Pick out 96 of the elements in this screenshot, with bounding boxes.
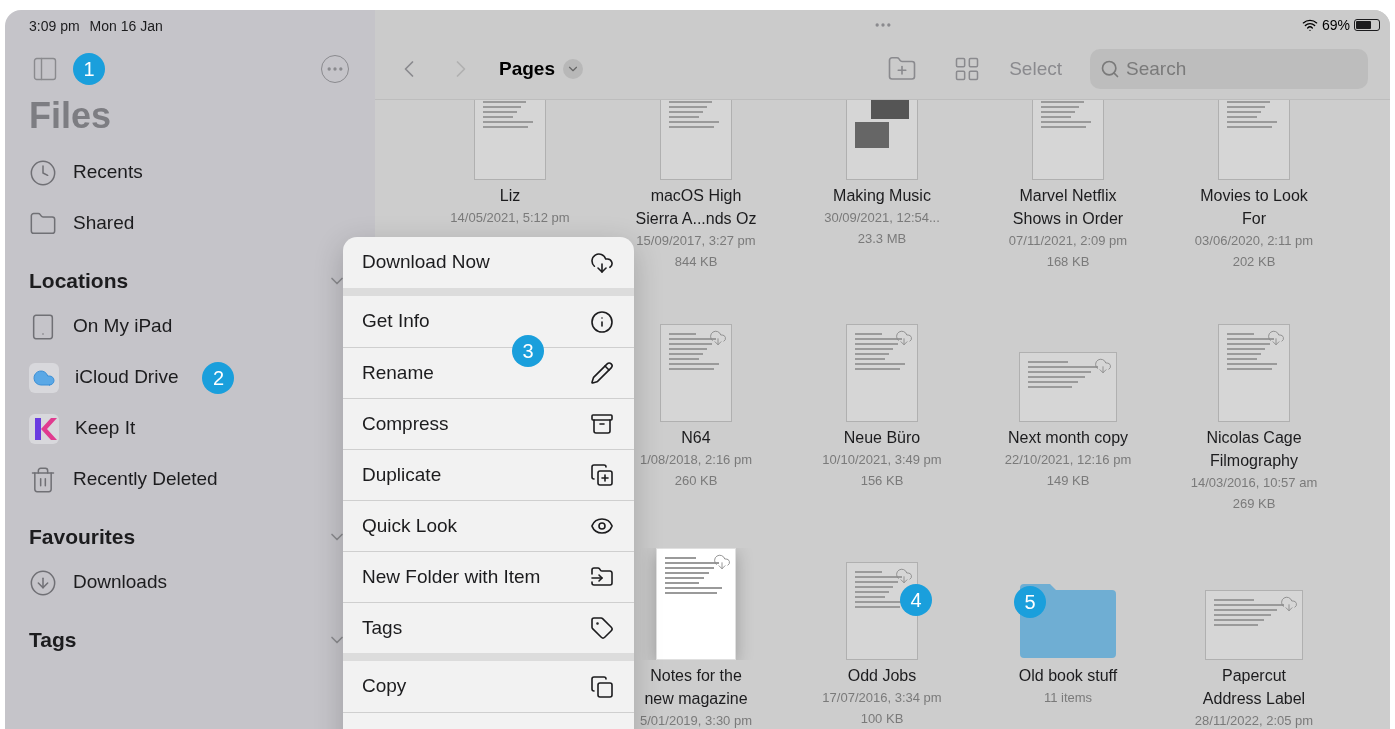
file-meta: 149 KB [1046, 472, 1090, 490]
file-name: macOS High [650, 186, 742, 206]
file-meta: 22/10/2021, 12:16 pm [1004, 451, 1132, 469]
info-icon [590, 309, 614, 334]
numbered-callout: 1 [73, 53, 105, 85]
document-thumbnail[interactable] [846, 324, 918, 422]
search-field[interactable]: Search [1090, 49, 1368, 89]
file-name: Next month copy [1007, 428, 1129, 448]
document-thumbnail[interactable] [1032, 100, 1104, 180]
section-header: Tags [29, 627, 77, 654]
section-header: Locations [29, 268, 129, 295]
section-header: Favourites [29, 524, 136, 551]
sidebar-title: Files [29, 94, 113, 138]
copy-icon [590, 674, 614, 699]
status-time: 3:09 pm [29, 17, 80, 36]
folder-title: Pages [499, 56, 555, 81]
sidebar-item[interactable]: Recents [29, 147, 351, 198]
file-name: Filmography [1210, 451, 1298, 471]
pencil-icon [590, 361, 614, 385]
document-thumbnail[interactable] [1218, 100, 1290, 180]
file-meta: 28/11/2022, 2:05 pm [1194, 712, 1314, 729]
file-name: Address Label [1202, 689, 1306, 709]
folder-icon [590, 565, 614, 589]
duplicate-icon [590, 463, 614, 487]
cloud-download-icon [1267, 329, 1285, 347]
file-meta: 11 items [1043, 689, 1093, 707]
file-name: Sierra A...nds Oz [635, 209, 757, 229]
battery-percentage: 69% [1321, 15, 1350, 35]
status-date: Mon 16 Jan [89, 17, 163, 36]
file-meta: 30/09/2021, 12:54... [824, 209, 940, 227]
menu-item[interactable]: Quick Look [343, 500, 634, 551]
file-name: Notes for the [650, 666, 742, 686]
file-meta: 14/03/2016, 10:57 am [1190, 474, 1318, 492]
file-meta: 100 KB [860, 710, 904, 728]
menu-item[interactable]: Tags [343, 602, 634, 653]
cloud-icon [29, 362, 59, 393]
cloud-download-icon [1094, 357, 1112, 375]
file-name: N64 [681, 428, 711, 448]
file-meta: 23.3 MB [857, 230, 907, 248]
wifi-icon [1301, 17, 1318, 33]
cloud-download-icon [895, 567, 913, 585]
file-meta: 156 KB [860, 472, 904, 490]
cloud-download-icon [709, 329, 727, 347]
cloud-download-icon [713, 553, 731, 571]
file-name: For [1242, 209, 1266, 229]
file-meta: 202 KB [1232, 253, 1276, 271]
file-name: Movies to Look [1200, 186, 1308, 206]
file-meta: 269 KB [1232, 495, 1276, 513]
k-logo-icon [29, 413, 59, 444]
search-icon [1100, 59, 1120, 79]
file-meta: 5/01/2019, 3:30 pm [640, 712, 752, 729]
file-name: Shows in Order [1012, 209, 1124, 229]
download-icon [29, 568, 57, 597]
document-thumbnail[interactable] [1019, 352, 1117, 422]
document-thumbnail[interactable] [474, 100, 546, 180]
file-name: new magazine [644, 689, 748, 709]
file-name: Papercut [1221, 666, 1286, 686]
file-name: Nicolas Cage [1206, 428, 1302, 448]
numbered-callout: 4 [900, 584, 932, 616]
photo-collage-thumbnail[interactable] [846, 100, 918, 180]
clock-icon [29, 158, 57, 187]
cloud-download-icon [590, 250, 614, 275]
file-name: Odd Jobs [847, 666, 917, 686]
file-meta: 10/10/2021, 3:49 pm [822, 451, 942, 469]
numbered-callout: 2 [202, 361, 235, 394]
document-thumbnail[interactable] [660, 324, 732, 422]
file-meta: 1/08/2018, 2:16 pm [640, 451, 752, 469]
menu-item[interactable]: Copy [343, 661, 634, 712]
cloud-download-icon [895, 329, 913, 347]
file-meta: 15/09/2017, 3:27 pm [636, 232, 756, 250]
archive-box-icon [590, 412, 614, 436]
chevron-down-icon[interactable] [563, 59, 583, 79]
file-meta: 168 KB [1046, 253, 1090, 271]
battery-icon [1354, 19, 1380, 31]
file-name: Old book stuff [1018, 666, 1118, 686]
file-meta: 844 KB [674, 253, 718, 271]
file-meta: 14/05/2021, 5:12 pm [450, 209, 570, 227]
file-name: Marvel Netflix [1019, 186, 1117, 206]
document-thumbnail[interactable] [1218, 324, 1290, 422]
document-thumbnail[interactable] [660, 100, 732, 180]
menu-item[interactable]: Compress [343, 398, 634, 449]
photo-placeholder [855, 122, 889, 148]
file-meta: 07/11/2021, 2:09 pm [1008, 232, 1128, 250]
tag-icon [590, 616, 614, 640]
menu-item[interactable]: Duplicate [343, 449, 634, 500]
file-meta: 17/07/2016, 3:34 pm [822, 689, 942, 707]
document-thumbnail[interactable] [1205, 590, 1303, 660]
file-name: Making Music [833, 186, 931, 206]
menu-item[interactable]: New Folder with Item [343, 551, 634, 602]
trash-icon [29, 465, 57, 494]
file-meta: 260 KB [674, 472, 718, 490]
cloud-download-icon [1280, 595, 1298, 613]
file-name: Neue Büro [843, 428, 921, 448]
numbered-callout: 5 [1014, 586, 1046, 618]
file-name: Liz [499, 186, 521, 206]
file-meta: 03/06/2020, 2:11 pm [1194, 232, 1314, 250]
